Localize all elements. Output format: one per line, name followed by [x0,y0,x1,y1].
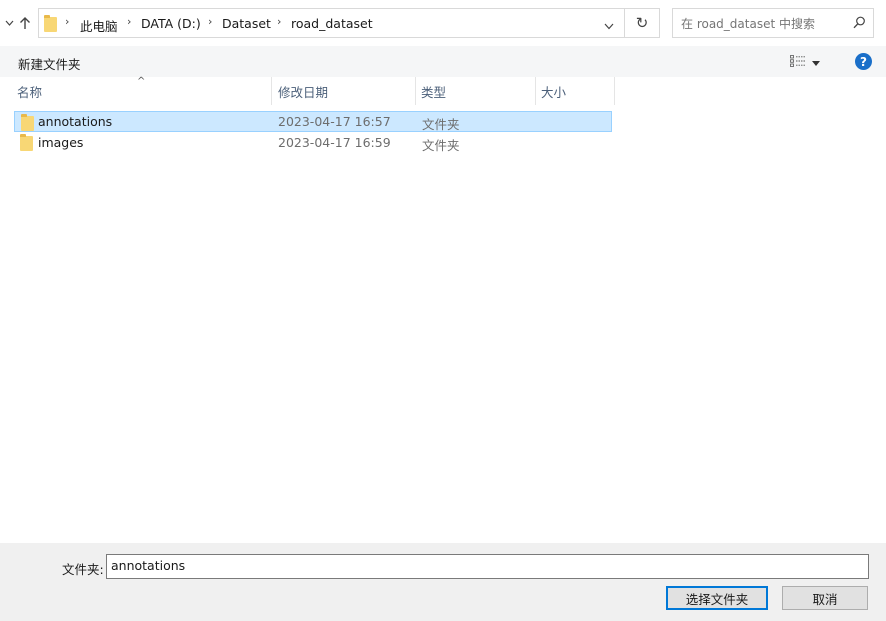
command-bar: 新建文件夹 ? [0,46,886,77]
help-icon: ? [860,54,867,69]
view-dropdown-icon [812,55,820,69]
list-item[interactable]: images 2023-04-17 16:59 文件夹 [14,132,612,153]
file-name: images [38,135,84,150]
chevron-right-icon: › [208,15,213,28]
file-type: 文件夹 [422,138,460,153]
dialog-footer: 文件夹: annotations 选择文件夹 取消 [0,543,886,621]
details-view-icon [790,54,806,70]
folder-field-label: 文件夹: [62,562,104,577]
navigation-bar: › 此电脑 › DATA (D:) › Dataset › road_datas… [0,0,886,46]
column-header-size[interactable]: 大小 [536,77,614,105]
change-view-button[interactable] [790,54,830,70]
folder-name-field[interactable]: annotations [106,554,869,579]
up-arrow-icon[interactable] [16,12,34,34]
search-input[interactable] [679,14,851,34]
breadcrumb-drive[interactable]: DATA (D:) [141,16,201,31]
refresh-icon: ↻ [635,14,649,32]
file-name: annotations [38,114,113,129]
search-icon[interactable] [853,16,866,32]
cancel-button[interactable]: 取消 [782,586,868,610]
column-header-type[interactable]: 类型 [416,77,535,105]
folder-icon [20,134,33,151]
breadcrumb-road-dataset[interactable]: road_dataset [291,16,373,31]
chevron-right-icon: › [277,15,282,28]
file-modified: 2023-04-17 16:59 [278,135,391,150]
help-button[interactable]: ? [855,53,872,70]
breadcrumb-dataset[interactable]: Dataset [222,16,271,31]
chevron-right-icon: › [65,15,70,28]
address-bar[interactable]: › 此电脑 › DATA (D:) › Dataset › road_datas… [38,8,625,38]
chevron-right-icon: › [127,15,132,28]
address-dropdown-icon[interactable] [604,19,614,33]
column-header-date[interactable]: 修改日期 [272,77,415,105]
column-header: ^ 名称 修改日期 类型 大小 [0,76,886,105]
breadcrumb-this-pc[interactable]: 此电脑 [80,16,118,35]
refresh-button[interactable]: ↻ [625,8,660,38]
folder-icon [44,15,57,32]
list-item[interactable]: annotations 2023-04-17 16:57 文件夹 [14,111,612,132]
column-header-name[interactable]: 名称 [0,77,271,105]
select-folder-button[interactable]: 选择文件夹 [666,586,768,610]
new-folder-button[interactable]: 新建文件夹 [18,54,81,73]
search-box[interactable] [672,8,874,38]
folder-icon [21,114,34,131]
file-modified: 2023-04-17 16:57 [278,114,391,129]
file-type: 文件夹 [422,117,460,132]
